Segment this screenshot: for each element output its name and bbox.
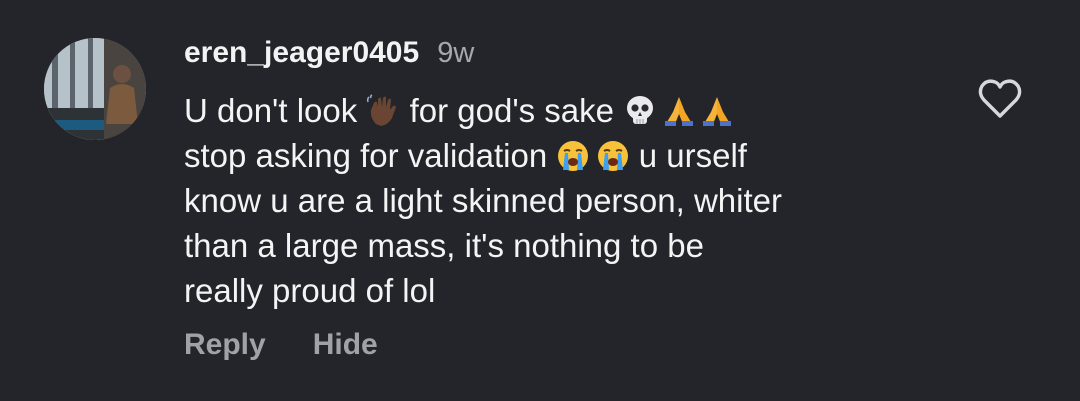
comment-text-segment: for god's sake: [409, 92, 614, 129]
comment-text-segment: u urself: [638, 137, 747, 174]
comment-text: U don't look for god's sake stop asking …: [184, 88, 954, 313]
comment-text-segment: stop asking for validation: [184, 137, 548, 174]
username[interactable]: eren_jeager0405: [184, 36, 419, 70]
loudly-crying-face-icon: [596, 139, 630, 173]
skull-icon: [623, 94, 657, 128]
comment-header: eren_jeager0405 9w: [184, 36, 474, 74]
comment-line: U don't look for god's sake: [184, 88, 954, 133]
comment-actions: Reply Hide: [184, 328, 378, 362]
loudly-crying-face-icon: [556, 139, 590, 173]
avatar[interactable]: [44, 38, 146, 140]
comment-line: know u are a light skinned person, white…: [184, 182, 782, 219]
comment-text-segment: U don't look: [184, 92, 358, 129]
heart-outline-icon[interactable]: [976, 76, 1024, 120]
folded-hands-icon: [700, 94, 734, 128]
hide-button[interactable]: Hide: [313, 328, 378, 362]
folded-hands-icon: [662, 94, 696, 128]
reply-button[interactable]: Reply: [184, 328, 266, 362]
comment-line: stop asking for validation u urself: [184, 133, 954, 178]
waving-hand-icon: [366, 94, 400, 128]
comment-line: than a large mass, it's nothing to be: [184, 227, 704, 264]
timestamp: 9w: [437, 37, 475, 69]
comment-line: really proud of lol: [184, 272, 436, 309]
comment-item: eren_jeager0405 9w U don't look for god'…: [0, 0, 1080, 401]
